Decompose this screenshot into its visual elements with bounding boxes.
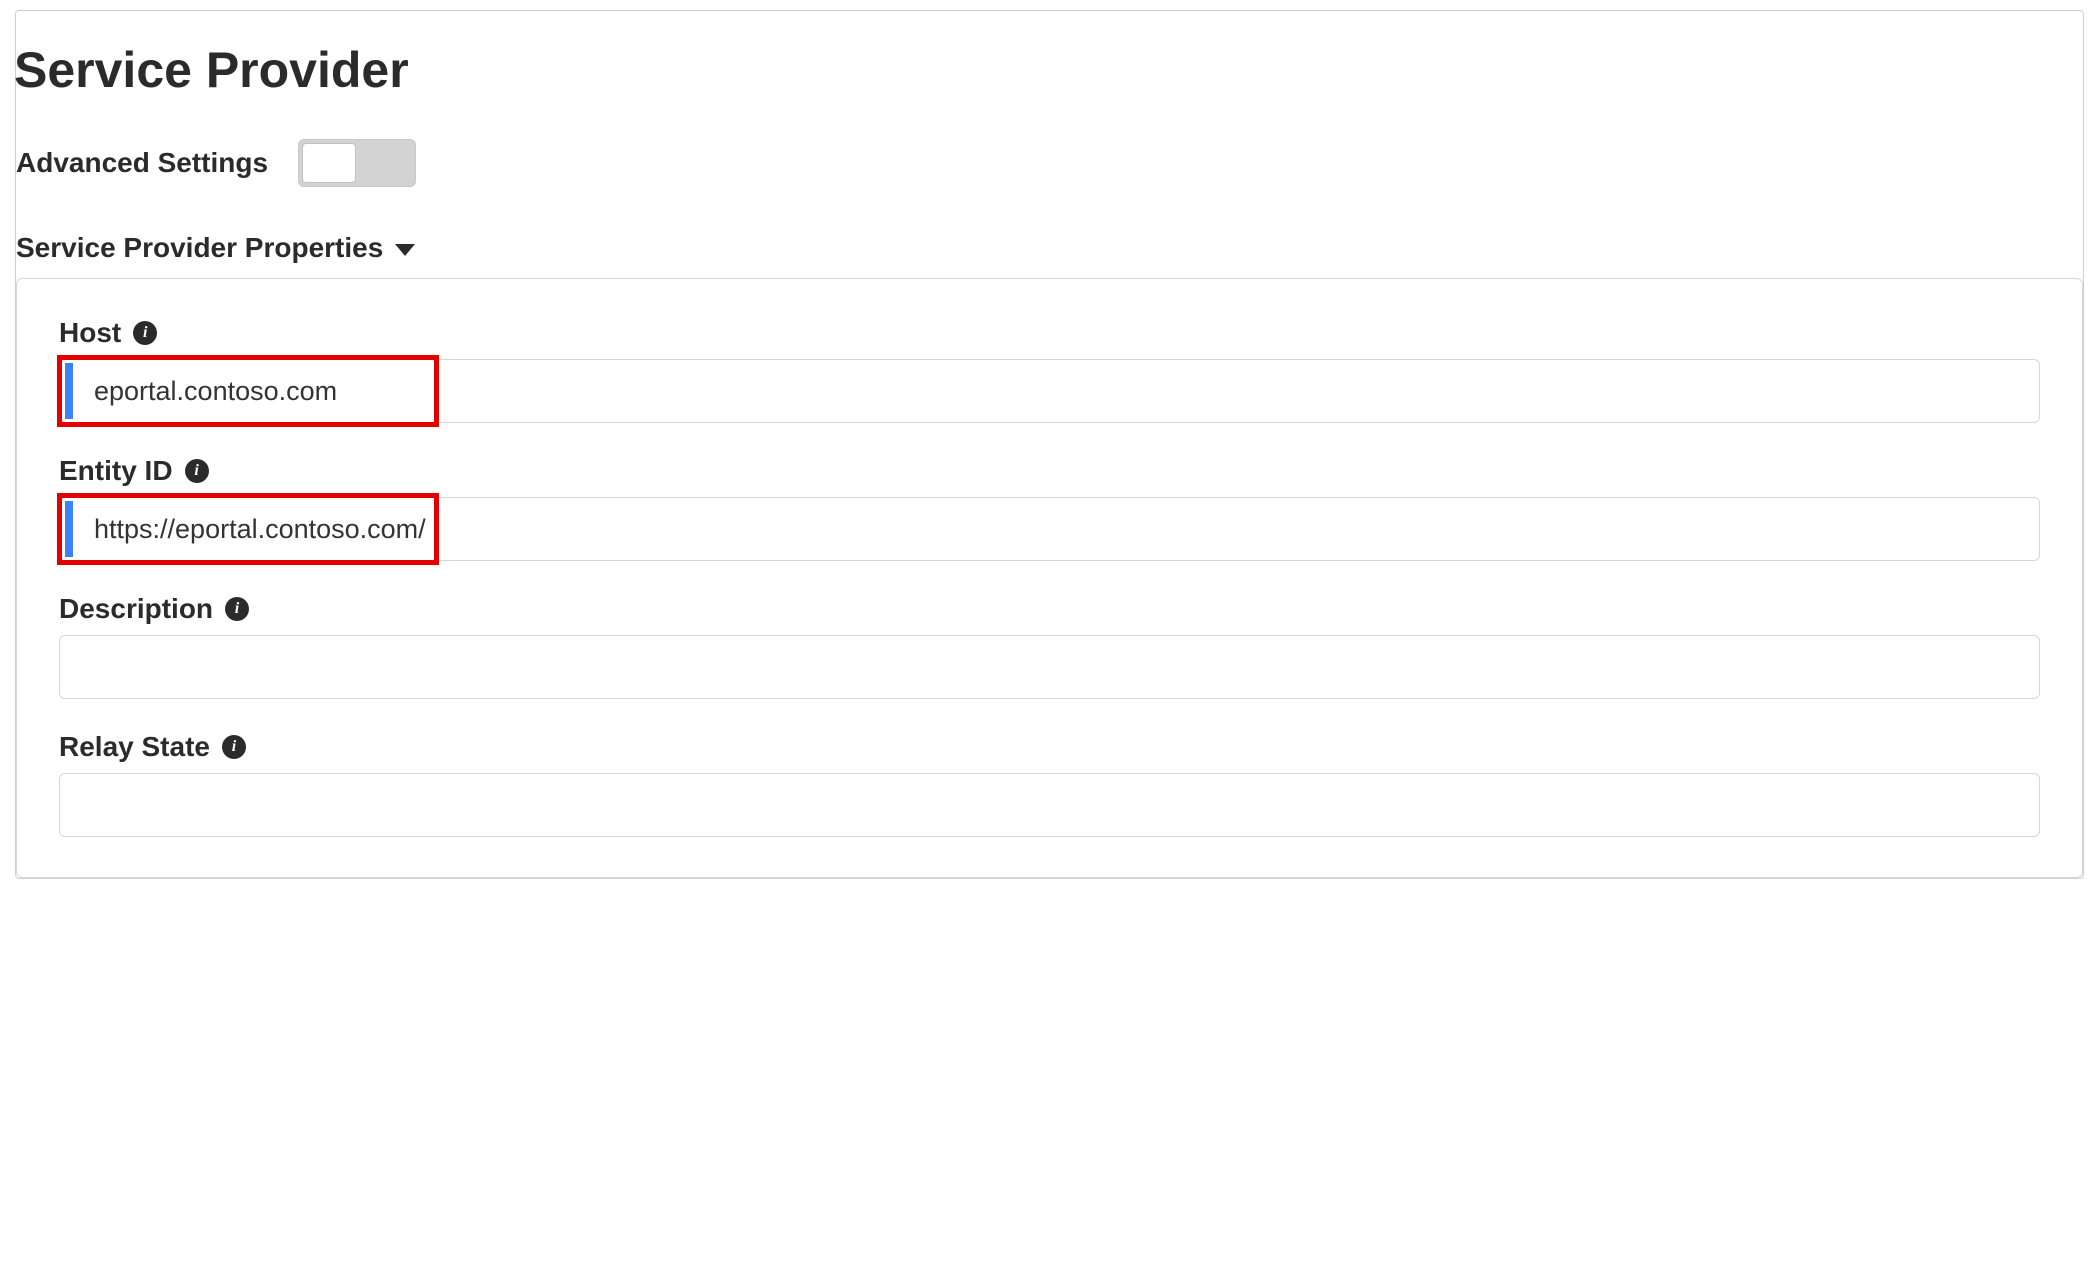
chevron-down-icon bbox=[395, 244, 415, 256]
host-label: Host bbox=[59, 317, 121, 349]
description-input-wrap bbox=[59, 635, 2040, 699]
toggle-knob bbox=[302, 143, 356, 183]
accent-bar bbox=[65, 363, 73, 419]
properties-panel: Host i Entity ID i Description bbox=[16, 278, 2083, 878]
advanced-settings-toggle[interactable] bbox=[298, 139, 416, 187]
section-title: Service Provider Properties bbox=[16, 232, 383, 264]
entity-id-input[interactable] bbox=[59, 497, 2040, 561]
entity-id-label-row: Entity ID i bbox=[59, 455, 2040, 487]
relay-state-label: Relay State bbox=[59, 731, 210, 763]
description-label: Description bbox=[59, 593, 213, 625]
page-container: Service Provider Advanced Settings Servi… bbox=[15, 10, 2084, 879]
page-title: Service Provider bbox=[14, 41, 2083, 139]
host-label-row: Host i bbox=[59, 317, 2040, 349]
accent-bar bbox=[65, 501, 73, 557]
advanced-settings-label: Advanced Settings bbox=[16, 147, 268, 179]
field-entity-id: Entity ID i bbox=[59, 455, 2040, 561]
description-label-row: Description i bbox=[59, 593, 2040, 625]
info-icon[interactable]: i bbox=[185, 459, 209, 483]
entity-id-label: Entity ID bbox=[59, 455, 173, 487]
host-input-wrap bbox=[59, 359, 2040, 423]
section-header[interactable]: Service Provider Properties bbox=[16, 232, 2083, 264]
relay-state-input-wrap bbox=[59, 773, 2040, 837]
advanced-settings-row: Advanced Settings bbox=[16, 139, 2083, 187]
field-host: Host i bbox=[59, 317, 2040, 423]
relay-state-input[interactable] bbox=[59, 773, 2040, 837]
info-icon[interactable]: i bbox=[225, 597, 249, 621]
field-relay-state: Relay State i bbox=[59, 731, 2040, 837]
info-icon[interactable]: i bbox=[133, 321, 157, 345]
entity-id-input-wrap bbox=[59, 497, 2040, 561]
host-input[interactable] bbox=[59, 359, 2040, 423]
description-input[interactable] bbox=[59, 635, 2040, 699]
relay-state-label-row: Relay State i bbox=[59, 731, 2040, 763]
info-icon[interactable]: i bbox=[222, 735, 246, 759]
field-description: Description i bbox=[59, 593, 2040, 699]
